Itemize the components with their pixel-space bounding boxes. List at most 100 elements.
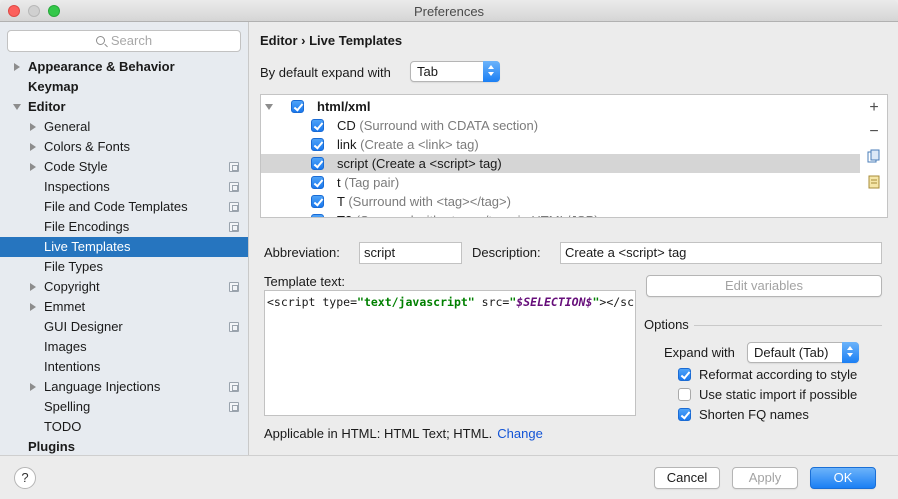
edit-variables-button[interactable]: Edit variables <box>646 275 882 297</box>
cancel-button[interactable]: Cancel <box>654 467 720 489</box>
sidebar-item-label: Colors & Fonts <box>44 139 130 154</box>
chevron-right-icon[interactable] <box>30 283 36 291</box>
option-checkbox[interactable] <box>678 408 691 421</box>
apply-button[interactable]: Apply <box>732 467 798 489</box>
help-button[interactable]: ? <box>14 467 36 489</box>
sidebar-item[interactable]: Emmet <box>0 297 248 317</box>
settings-tree: Appearance & Behavior Keymap Editor General… <box>0 57 248 455</box>
template-abbreviation: CD <box>337 118 356 133</box>
template-row[interactable]: T2 (Surround with <tag></tag> in HTML/JS… <box>261 211 860 217</box>
search-input[interactable]: Search <box>7 30 241 52</box>
sidebar-item[interactable]: Editor <box>0 97 248 117</box>
sidebar-item[interactable]: Plugins <box>0 437 248 455</box>
template-text-editor[interactable]: <script type="text/javascript" src="$SEL… <box>264 290 636 416</box>
remove-icon[interactable]: − <box>867 124 881 140</box>
sidebar-item-label: Images <box>44 339 87 354</box>
project-scope-icon <box>229 222 239 232</box>
project-scope-icon <box>229 402 239 412</box>
group-name: html/xml <box>317 99 371 114</box>
code-tag-close: ></sc <box>599 295 635 309</box>
template-abbreviation: T <box>337 194 345 209</box>
template-row[interactable]: script (Create a <script> tag) <box>261 154 860 173</box>
template-text: T (Surround with <tag></tag>) <box>337 192 511 211</box>
sidebar-item[interactable]: Images <box>0 337 248 357</box>
template-checkbox[interactable] <box>311 138 324 151</box>
template-checkbox[interactable] <box>311 157 324 170</box>
template-checkbox[interactable] <box>311 176 324 189</box>
chevron-right-icon[interactable] <box>30 383 36 391</box>
sidebar-item[interactable]: File Types <box>0 257 248 277</box>
template-checkbox[interactable] <box>311 119 324 132</box>
template-row[interactable]: t (Tag pair) <box>261 173 860 192</box>
sidebar-item[interactable]: Code Style <box>0 157 248 177</box>
description-field[interactable]: Create a <script> tag <box>560 242 882 264</box>
chevron-right-icon[interactable] <box>30 163 36 171</box>
option-checkbox[interactable] <box>678 388 691 401</box>
template-row[interactable]: T (Surround with <tag></tag>) <box>261 192 860 211</box>
default-expand-label: By default expand with <box>260 65 391 80</box>
search-placeholder: Search <box>110 33 153 48</box>
template-description: (Surround with CDATA section) <box>359 118 539 133</box>
chevron-right-icon[interactable] <box>14 63 20 71</box>
title-bar: Preferences <box>0 0 898 22</box>
template-checkbox[interactable] <box>311 214 324 217</box>
chevron-right-icon[interactable] <box>30 303 36 311</box>
expand-with-label: Expand with <box>664 345 735 360</box>
expand-with-select[interactable]: Default (Tab) <box>747 342 859 363</box>
live-templates-panel: Editor › Live Templates By default expan… <box>250 22 898 455</box>
sidebar-item[interactable]: File and Code Templates <box>0 197 248 217</box>
applicable-text: Applicable in HTML: HTML Text; HTML. <box>264 426 493 441</box>
sidebar-item[interactable]: Intentions <box>0 357 248 377</box>
chevron-down-icon[interactable] <box>13 104 21 110</box>
sidebar-item[interactable]: Live Templates <box>0 237 248 257</box>
default-expand-select[interactable]: Tab <box>410 61 500 82</box>
dialog-footer: ? Cancel Apply OK <box>0 455 898 499</box>
chevron-right-icon[interactable] <box>30 143 36 151</box>
sidebar-item-label: General <box>44 119 91 134</box>
sidebar-item-label: Language Injections <box>44 379 161 394</box>
sidebar-item[interactable]: Inspections <box>0 177 248 197</box>
sidebar-item-label: Inspections <box>44 179 110 194</box>
paste-icon[interactable] <box>867 175 881 189</box>
template-description: (Tag pair) <box>344 175 400 190</box>
template-row[interactable]: CD (Surround with CDATA section) <box>261 116 860 135</box>
add-icon[interactable]: + <box>867 100 881 116</box>
sidebar-item[interactable]: TODO <box>0 417 248 437</box>
template-text: link (Create a <link> tag) <box>337 135 479 154</box>
sidebar-item-label: File Types <box>44 259 104 274</box>
template-text-label: Template text: <box>264 274 345 289</box>
breadcrumb: Editor › Live Templates <box>260 33 403 48</box>
project-scope-icon <box>229 382 239 392</box>
sidebar-item[interactable]: Copyright <box>0 277 248 297</box>
sidebar-item[interactable]: GUI Designer <box>0 317 248 337</box>
group-checkbox[interactable] <box>291 100 304 113</box>
abbreviation-field[interactable]: script <box>359 242 462 264</box>
sidebar-item[interactable]: Appearance & Behavior <box>0 57 248 77</box>
sidebar-item[interactable]: File Encodings <box>0 217 248 237</box>
option-checkbox[interactable] <box>678 368 691 381</box>
sidebar-item[interactable]: Language Injections <box>0 377 248 397</box>
option-label: Shorten FQ names <box>699 407 809 422</box>
copy-icon[interactable] <box>867 149 881 163</box>
template-text: T2 (Surround with <tag></tag> in HTML/JS… <box>337 211 599 217</box>
sidebar-item-label: Emmet <box>44 299 86 314</box>
template-checkbox[interactable] <box>311 195 324 208</box>
project-scope-icon <box>229 202 239 212</box>
change-link[interactable]: Change <box>497 426 543 441</box>
template-description: (Create a <link> tag) <box>360 137 479 152</box>
template-description: (Surround with <tag></tag> in HTML/JSP) <box>356 213 599 217</box>
preferences-window: Preferences Search Appearance & Behavior… <box>0 0 898 499</box>
ok-button[interactable]: OK <box>810 467 876 489</box>
sidebar-item[interactable]: Keymap <box>0 77 248 97</box>
sidebar-item[interactable]: General <box>0 117 248 137</box>
chevron-right-icon[interactable] <box>30 123 36 131</box>
project-scope-icon <box>229 182 239 192</box>
sidebar-item[interactable]: Spelling <box>0 397 248 417</box>
template-group-row[interactable]: html/xml <box>261 97 860 116</box>
sidebar-item[interactable]: Colors & Fonts <box>0 137 248 157</box>
templates-list[interactable]: html/xml CD (Surround with CDATA section… <box>260 94 861 218</box>
template-row[interactable]: link (Create a <link> tag) <box>261 135 860 154</box>
option-label: Reformat according to style <box>699 367 858 382</box>
project-scope-icon <box>229 282 239 292</box>
search-icon <box>95 36 105 45</box>
